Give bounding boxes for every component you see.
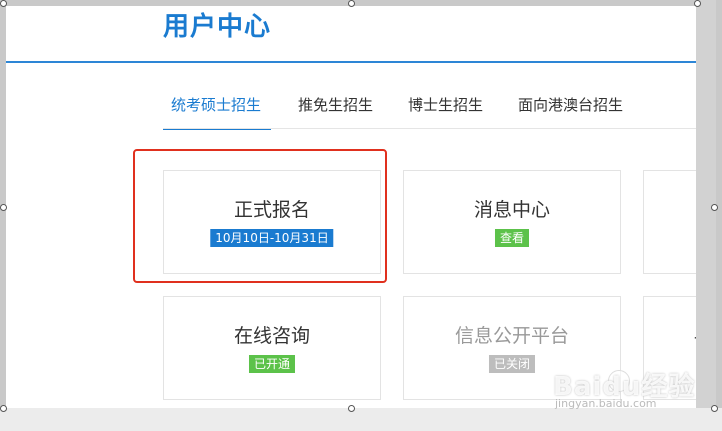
- selection-highlight: [133, 149, 387, 283]
- card-title: 在线咨询: [233, 325, 310, 347]
- card-title: 消息中心: [473, 199, 550, 221]
- watermark-url: jingyan.baidu.com: [555, 397, 657, 410]
- tab-doctoral[interactable]: 博士生招生: [408, 94, 483, 115]
- resize-handle-bottom[interactable]: [348, 405, 355, 412]
- page-title: 用户中心: [163, 12, 272, 42]
- view-badge[interactable]: 查看: [494, 229, 530, 247]
- card-online-consult[interactable]: 在线咨询 已开通: [163, 296, 381, 400]
- resize-handle-bottom-right[interactable]: [711, 405, 718, 412]
- resize-handle-top[interactable]: [348, 0, 355, 7]
- card-title: 信息公开平台: [454, 325, 569, 347]
- status-badge: 已开通: [248, 355, 296, 373]
- resize-handle-top-left[interactable]: [0, 0, 7, 7]
- card-partial[interactable]: [643, 170, 696, 274]
- tab-recommended[interactable]: 推免生招生: [298, 94, 373, 115]
- tab-hk-macao-taiwan[interactable]: 面向港澳台招生: [518, 94, 623, 115]
- resize-handle-top-right[interactable]: [694, 0, 701, 7]
- status-badge: 已关闭: [488, 355, 536, 373]
- resize-handle-right[interactable]: [711, 204, 718, 211]
- tab-bar: 统考硕士招生 推免生招生 博士生招生 面向港澳台招生: [163, 82, 696, 130]
- page-canvas: 用户中心 统考硕士招生 推免生招生 博士生招生 面向港澳台招生 正式报名 10月…: [6, 6, 696, 408]
- frame-bottom-bar: [0, 408, 722, 431]
- title-divider: [6, 61, 696, 63]
- resize-handle-bottom-left[interactable]: [0, 405, 7, 412]
- card-message-center[interactable]: 消息中心 查看: [403, 170, 621, 274]
- resize-handle-left[interactable]: [0, 204, 7, 211]
- tabs-divider: [163, 128, 696, 129]
- tab-unified-master[interactable]: 统考硕士招生: [171, 94, 261, 115]
